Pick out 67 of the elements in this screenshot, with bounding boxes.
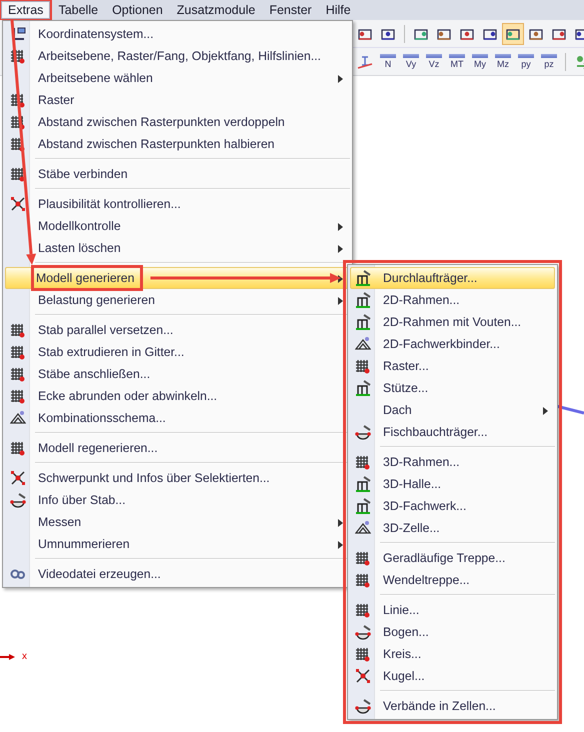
menu-item[interactable]: 3D-Halle... xyxy=(350,473,555,495)
menu-item[interactable]: Stab parallel versetzen... xyxy=(5,319,350,341)
menu-item[interactable]: Stab extrudieren in Gitter... xyxy=(5,341,350,363)
menu-item[interactable]: Wendeltreppe... xyxy=(350,569,555,591)
submenu-caret-icon xyxy=(338,75,343,83)
result-button[interactable]: MT xyxy=(446,50,468,74)
submenu-caret-icon xyxy=(338,541,343,549)
menu-item[interactable]: Plausibilität kontrollieren... xyxy=(5,193,350,215)
menu-item[interactable]: Raster xyxy=(5,89,350,111)
menu-item[interactable]: Koordinatensystem... xyxy=(5,23,350,45)
menu-item[interactable]: Arbeitsebene, Raster/Fang, Objektfang, Hilfslinien... xyxy=(5,45,350,67)
submenu-caret-icon xyxy=(338,297,343,305)
menu-item[interactable]: Lasten löschen xyxy=(5,237,350,259)
x-axis-arrow xyxy=(0,652,16,660)
menu-bar-item[interactable]: Hilfe xyxy=(320,1,357,19)
menu-item[interactable]: Geradläufige Treppe... xyxy=(350,547,555,569)
menu-item[interactable]: Modellkontrolle xyxy=(5,215,350,237)
menu-item[interactable]: Belastung generieren xyxy=(5,289,350,311)
menu-item[interactable]: 2D-Rahmen... xyxy=(350,289,555,311)
menu-item[interactable]: Stäbe anschließen... xyxy=(5,363,350,385)
result-button[interactable]: Vy xyxy=(400,50,422,74)
menu-item[interactable]: Raster... xyxy=(350,355,555,377)
menu-bar-item[interactable]: Optionen xyxy=(106,1,169,19)
menu-item[interactable]: Modell generieren xyxy=(5,267,350,289)
axis-label: x xyxy=(22,651,27,662)
menu-item[interactable]: Durchlaufträger... xyxy=(350,267,555,289)
menu-item[interactable]: Umnummerieren xyxy=(5,533,350,555)
menu-item[interactable]: Messen xyxy=(5,511,350,533)
toolbar-button[interactable] xyxy=(502,22,524,44)
menu-item[interactable]: Schwerpunkt und Infos über Selektierten... xyxy=(5,467,350,489)
menu-item[interactable]: Videodatei erzeugen... xyxy=(5,563,350,585)
menu-item[interactable]: 3D-Zelle... xyxy=(350,517,555,539)
menu-item[interactable]: 2D-Fachwerkbinder... xyxy=(350,333,555,355)
result-button[interactable]: My xyxy=(469,50,491,74)
menu-item[interactable]: Kreis... xyxy=(350,643,555,665)
result-button[interactable]: py xyxy=(515,50,537,74)
submenu-caret-icon xyxy=(338,245,343,253)
menu-item[interactable]: Dach xyxy=(350,399,555,421)
result-button[interactable]: Mz xyxy=(492,50,514,74)
menu-item[interactable]: 3D-Fachwerk... xyxy=(350,495,555,517)
result-button[interactable]: N xyxy=(377,50,399,74)
menu-item[interactable]: Abstand zwischen Rasterpunkten verdoppeln xyxy=(5,111,350,133)
submenu-caret-icon xyxy=(543,407,548,415)
menu-bar-item[interactable]: Fenster xyxy=(263,1,318,19)
menu-item[interactable]: Stütze... xyxy=(350,377,555,399)
beam-icon xyxy=(357,54,373,70)
result-button[interactable]: pz xyxy=(538,50,560,74)
menu-item[interactable]: Linie... xyxy=(350,599,555,621)
menu-item[interactable]: Abstand zwischen Rasterpunkten halbieren xyxy=(5,133,350,155)
menu-item[interactable]: Kugel... xyxy=(350,665,555,687)
menu-item[interactable]: Fischbauchträger... xyxy=(350,421,555,443)
menu-item[interactable]: Ecke abrunden oder abwinkeln... xyxy=(5,385,350,407)
menu-item[interactable]: Arbeitsebene wählen xyxy=(5,67,350,89)
menu-item[interactable]: 2D-Rahmen mit Vouten... xyxy=(350,311,555,333)
submenu-caret-icon xyxy=(338,223,343,231)
menu-bar-item[interactable]: Zusatzmodule xyxy=(170,1,262,19)
menu-item[interactable]: Verbände in Zellen... xyxy=(350,695,555,717)
menu-bar-item[interactable]: Tabelle xyxy=(52,1,104,19)
menu-item[interactable]: Modell regenerieren... xyxy=(5,437,350,459)
menu-item[interactable]: Kombinationsschema... xyxy=(5,407,350,429)
menu-item[interactable]: Bogen... xyxy=(350,621,555,643)
menu-item[interactable]: Stäbe verbinden xyxy=(5,163,350,185)
result-button[interactable]: Vz xyxy=(423,50,445,74)
submenu-caret-icon xyxy=(338,519,343,527)
menu-item[interactable]: Info über Stab... xyxy=(5,489,350,511)
menu-bar-item[interactable]: Extras xyxy=(1,1,50,19)
menu-item[interactable]: 3D-Rahmen... xyxy=(350,451,555,473)
